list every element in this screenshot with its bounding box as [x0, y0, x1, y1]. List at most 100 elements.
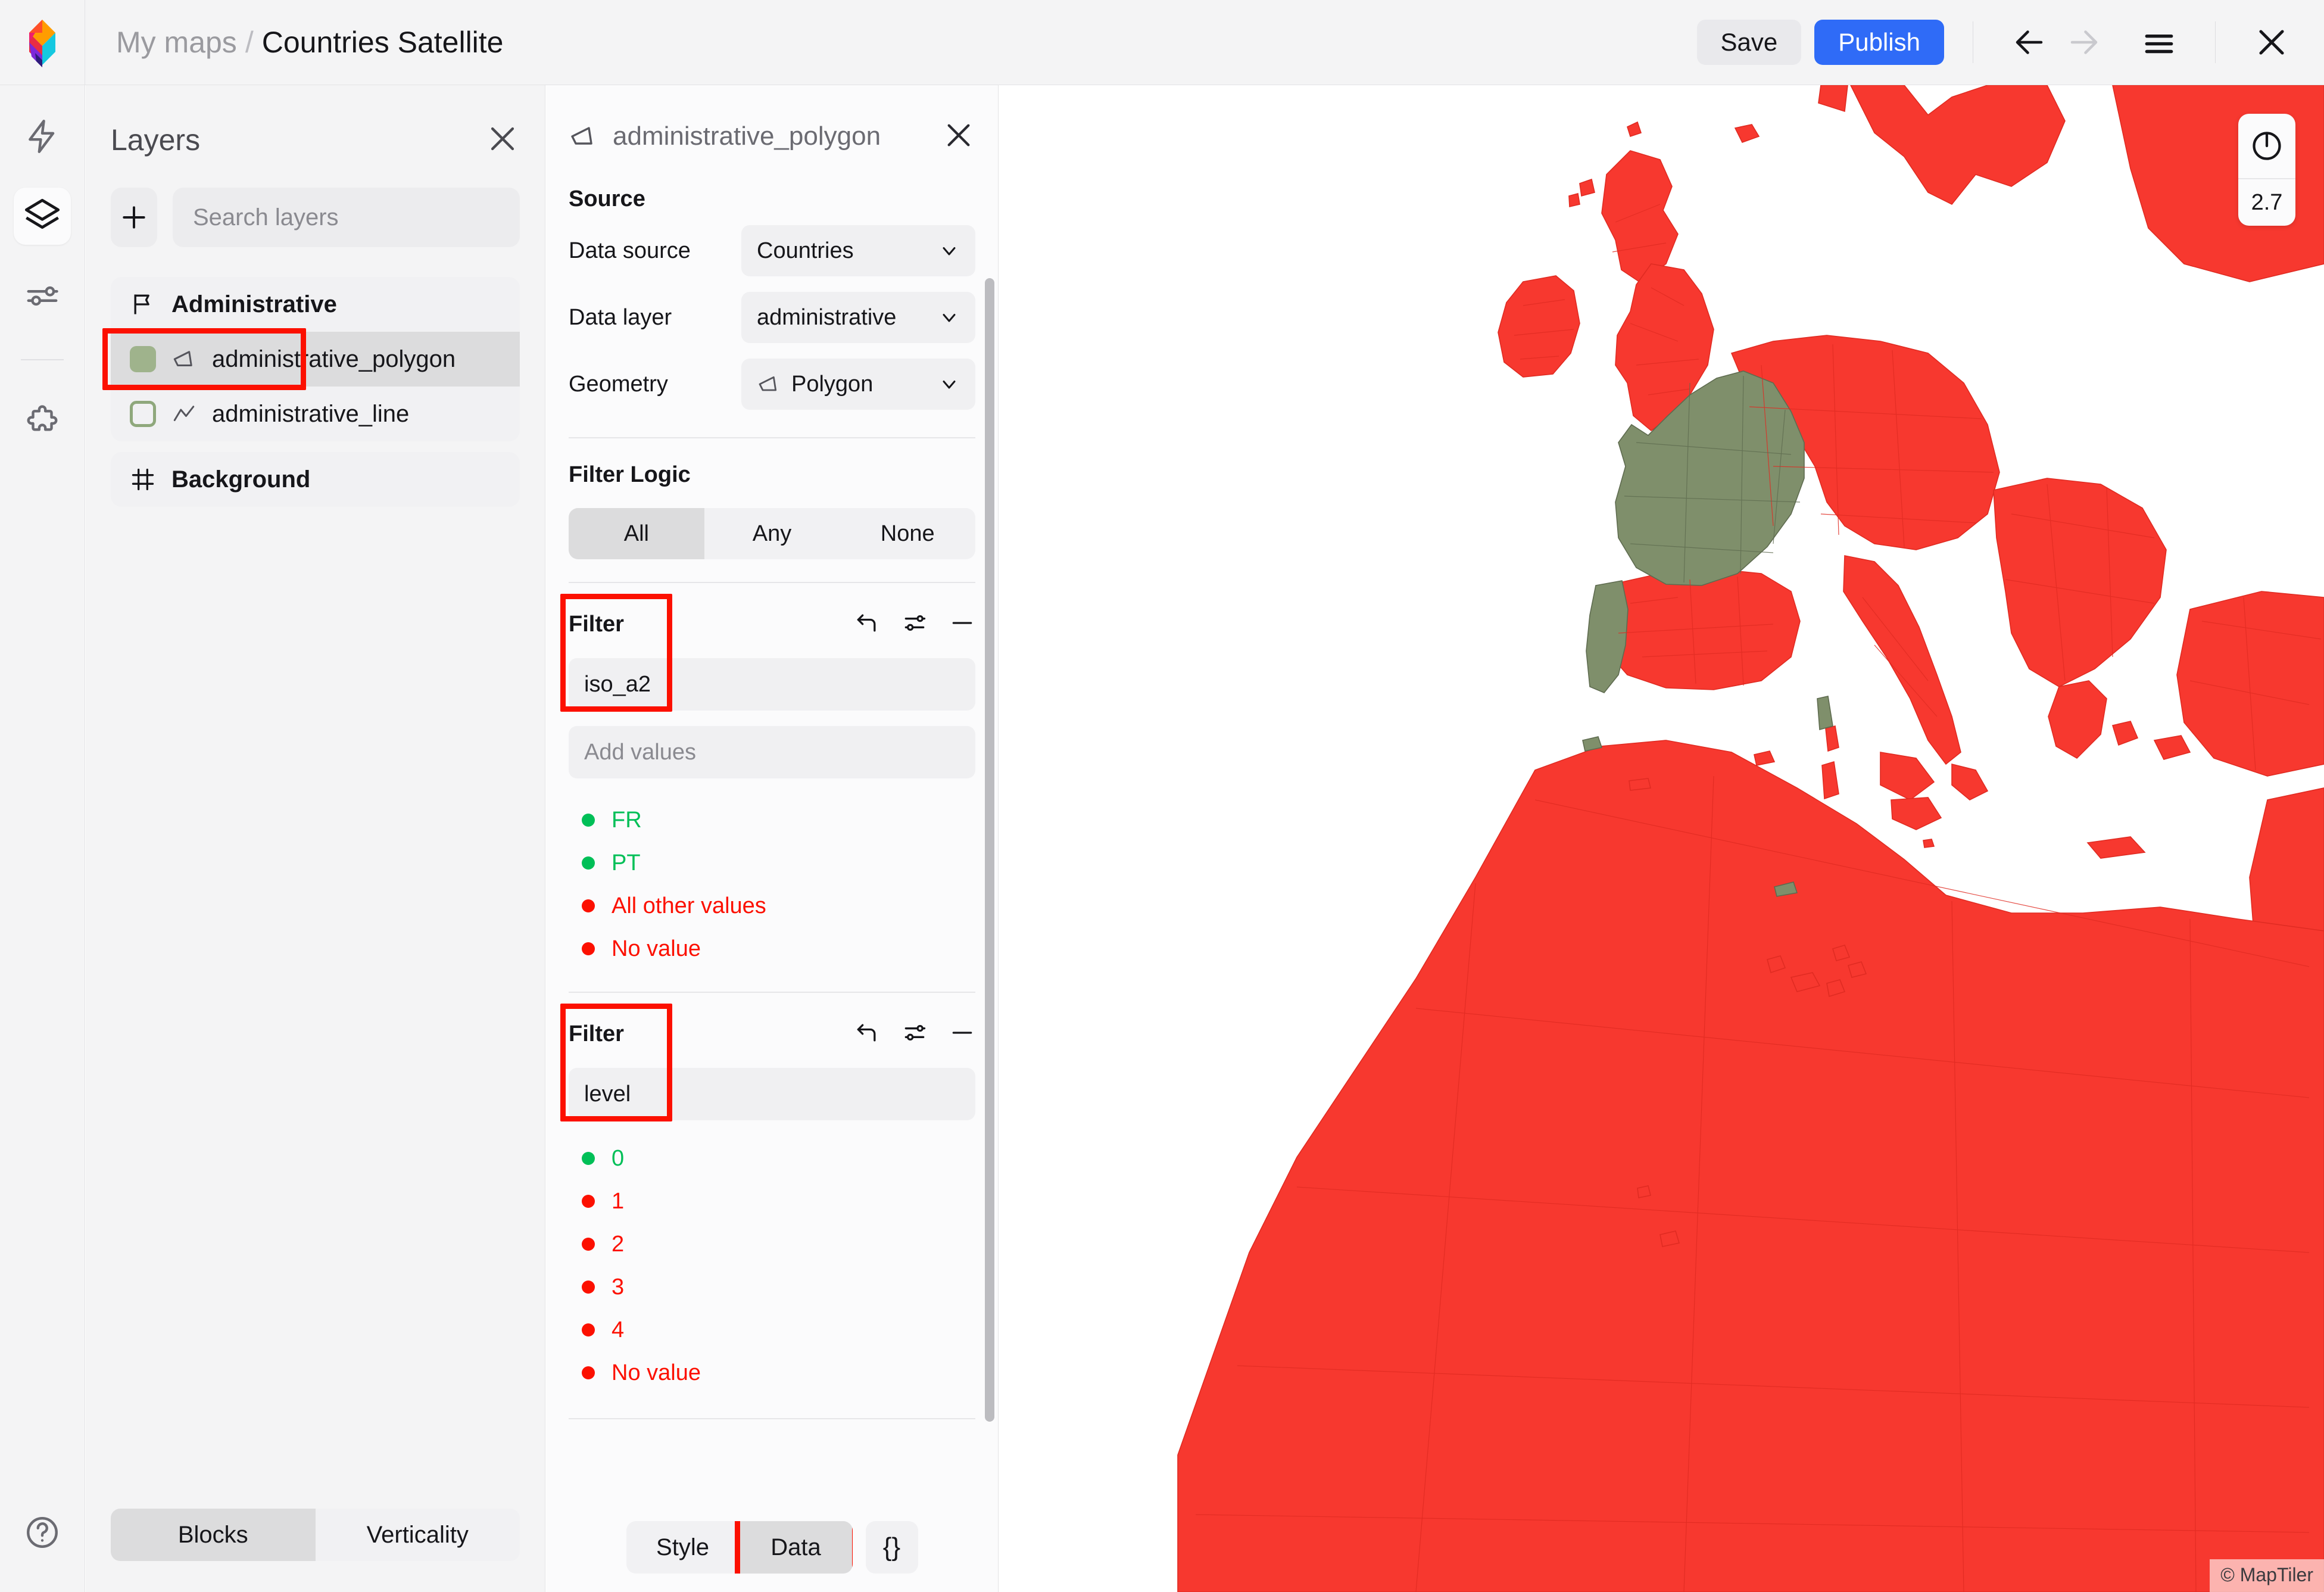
data-layer-select[interactable]: administrative	[741, 292, 975, 343]
value-status-dot	[582, 1281, 595, 1294]
hamburger-menu-icon	[2145, 34, 2173, 54]
close-editor-button[interactable]	[2244, 15, 2299, 70]
divider	[2215, 21, 2216, 63]
layer-group-header-administrative[interactable]: Administrative	[111, 277, 520, 332]
field-data-source: Data source Countries	[569, 223, 975, 279]
geometry-select[interactable]: Polygon	[741, 359, 975, 410]
sliders-icon	[904, 615, 926, 631]
layer-group-header-background[interactable]: Background	[111, 452, 520, 507]
search-layers-input[interactable]	[173, 188, 520, 247]
close-layers-panel-button[interactable]	[485, 121, 520, 159]
filter-logic-toggle: All Any None	[569, 508, 975, 559]
filter-value-item[interactable]: PT	[569, 842, 975, 884]
rail-item-layers[interactable]	[14, 188, 71, 245]
filter-value-list: FR PT All other values No value	[569, 799, 975, 970]
polygon-icon	[571, 127, 592, 145]
tab-style[interactable]: Style	[626, 1521, 740, 1574]
line-icon	[173, 406, 195, 421]
select-value: Polygon	[791, 371, 874, 397]
breadcrumb-root[interactable]: My maps	[116, 25, 237, 60]
remove-filter-button[interactable]	[949, 610, 975, 639]
value-status-dot	[582, 1238, 595, 1251]
compass-button[interactable]	[2238, 114, 2295, 178]
map-zoom-control[interactable]: 2.7	[2238, 114, 2295, 226]
divider	[569, 582, 975, 583]
filter-block-iso-a2: Filter iso_a2 Add values FR PT All other…	[560, 594, 975, 970]
layers-panel-footer: Blocks Verticality	[86, 1509, 545, 1592]
value-status-dot	[582, 1323, 595, 1336]
rail-item-plugins[interactable]	[14, 395, 71, 452]
map-attribution[interactable]: © MapTiler	[2210, 1559, 2324, 1592]
divider	[569, 992, 975, 993]
filter-field-select[interactable]: level	[569, 1068, 975, 1120]
tab-blocks[interactable]: Blocks	[111, 1509, 316, 1561]
save-button[interactable]: Save	[1696, 20, 1802, 65]
rail-item-quick-actions[interactable]	[14, 108, 71, 165]
field-label: Geometry	[569, 371, 668, 397]
close-icon	[2259, 30, 2284, 55]
breadcrumb: My maps / Countries Satellite	[116, 25, 503, 60]
json-view-button[interactable]: {}	[865, 1521, 918, 1574]
layer-row-administrative-line[interactable]: administrative_line	[111, 387, 520, 441]
filter-value-item[interactable]: 2	[569, 1223, 975, 1266]
filter-value-item[interactable]: 4	[569, 1309, 975, 1351]
help-button[interactable]	[14, 1504, 71, 1561]
field-geometry: Geometry Polygon	[569, 356, 975, 412]
undo-icon	[857, 614, 876, 631]
filter-block-level: Filter level 0 1 2 3 4 No value	[560, 1004, 975, 1394]
polygon-icon	[173, 351, 192, 366]
filter-value-item[interactable]: 3	[569, 1266, 975, 1309]
divider	[569, 1418, 975, 1419]
layers-icon	[24, 198, 60, 229]
add-values-input[interactable]: Add values	[569, 726, 975, 778]
properties-panel-title: administrative_polygon	[613, 121, 881, 151]
filter-logic-any[interactable]: Any	[704, 508, 840, 559]
value-label: 3	[612, 1274, 625, 1300]
filter-value-item[interactable]: FR	[569, 799, 975, 842]
filter-value-item[interactable]: 0	[569, 1137, 975, 1180]
filter-logic-all[interactable]: All	[569, 508, 704, 559]
layer-color-swatch[interactable]	[130, 401, 156, 427]
chevron-down-icon	[943, 381, 956, 389]
properties-scroll-area[interactable]: Source Data source Countries Data layer …	[546, 178, 998, 1503]
rail-item-settings[interactable]	[14, 267, 71, 325]
sliders-icon	[27, 286, 58, 306]
value-status-dot	[582, 1195, 595, 1208]
close-properties-panel-button[interactable]	[942, 119, 975, 155]
value-status-dot	[582, 899, 595, 912]
field-data-layer: Data layer administrative	[569, 289, 975, 345]
filter-header: Filter	[569, 599, 975, 650]
filter-value-item[interactable]: 1	[569, 1180, 975, 1223]
filter-value-item[interactable]: All other values	[569, 884, 975, 927]
add-layer-button[interactable]	[111, 188, 157, 247]
app-logo[interactable]	[0, 0, 85, 85]
filter-header: Filter	[569, 1008, 975, 1060]
publish-button[interactable]: Publish	[1814, 20, 1944, 65]
properties-panel-footer: Style Data {}	[546, 1503, 998, 1592]
map-canvas[interactable]: 2.7 © MapTiler	[999, 85, 2324, 1592]
value-status-dot	[582, 814, 595, 827]
compass-icon	[2253, 132, 2281, 160]
filter-value-item[interactable]: No value	[569, 927, 975, 970]
filter-logic-heading: Filter Logic	[569, 462, 691, 487]
filter-value-item[interactable]: No value	[569, 1351, 975, 1394]
filter-field-select[interactable]: iso_a2	[569, 658, 975, 711]
layer-color-swatch[interactable]	[130, 346, 156, 372]
menu-button[interactable]	[2132, 15, 2186, 70]
tab-verticality[interactable]: Verticality	[316, 1509, 520, 1561]
tab-data[interactable]: Data	[739, 1521, 853, 1574]
filter-logic-none[interactable]: None	[840, 508, 975, 559]
properties-scrollbar[interactable]	[985, 278, 994, 1422]
reset-filter-button[interactable]	[854, 610, 880, 639]
filter-options-button[interactable]	[901, 1020, 928, 1049]
back-button[interactable]	[2002, 15, 2057, 70]
filter-options-button[interactable]	[901, 610, 928, 639]
data-source-select[interactable]: Countries	[741, 225, 975, 276]
reset-filter-button[interactable]	[854, 1020, 880, 1049]
breadcrumb-separator: /	[245, 26, 254, 59]
forward-button[interactable]	[2057, 15, 2111, 70]
filter-field-value: iso_a2	[584, 671, 651, 697]
remove-filter-button[interactable]	[949, 1020, 975, 1049]
value-label: 1	[612, 1188, 625, 1214]
layer-row-administrative-polygon[interactable]: administrative_polygon	[102, 328, 520, 390]
